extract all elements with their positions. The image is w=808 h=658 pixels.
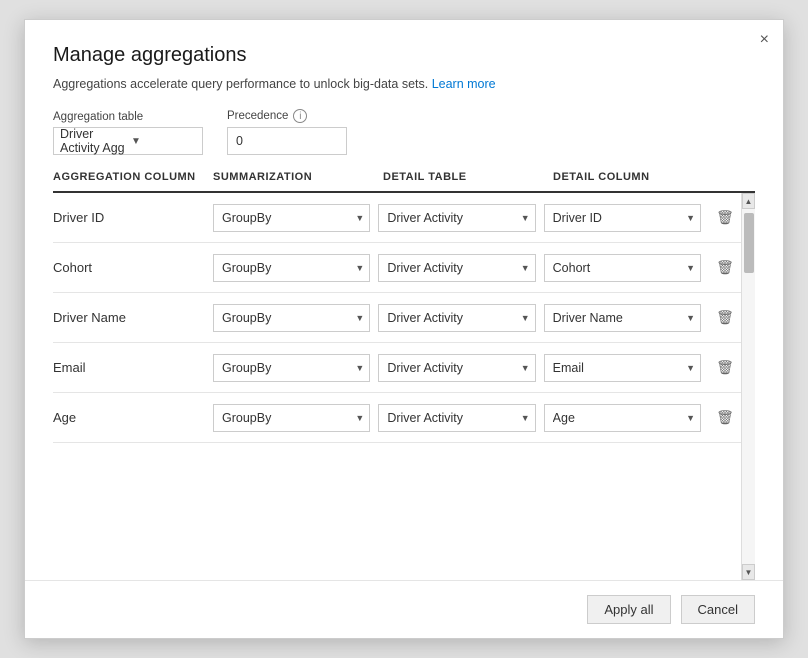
delete-row-button[interactable]: 🗑: [709, 357, 741, 378]
detail-table-select-wrapper: Driver ActivityDriver Activity Agg▼: [378, 304, 535, 332]
summarization-select[interactable]: GroupBySumCountMinMaxAverage: [213, 304, 370, 332]
detail-table-select-wrapper: Driver ActivityDriver Activity Agg▼: [378, 204, 535, 232]
detail-column-select[interactable]: Driver IDCohortDriver NameEmailAge: [544, 204, 701, 232]
dialog-footer: Apply all Cancel: [25, 580, 783, 638]
summarization-select-wrapper: GroupBySumCountMinMaxAverage▼: [213, 354, 370, 382]
delete-row-button[interactable]: 🗑: [709, 407, 741, 428]
detail-table-select-wrapper: Driver ActivityDriver Activity Agg▼: [378, 254, 535, 282]
col-header-detail-table: DETAIL TABLE: [383, 171, 553, 183]
table-row: Driver IDGroupBySumCountMinMaxAverage▼ Dr…: [53, 193, 741, 243]
agg-column-label: Cohort: [53, 260, 213, 275]
info-icon: i: [293, 109, 307, 123]
delete-row-button[interactable]: 🗑: [709, 307, 741, 328]
table-content: Driver IDGroupBySumCountMinMaxAverage▼Dr…: [53, 193, 741, 580]
agg-column-label: Age: [53, 410, 213, 425]
scroll-thumb[interactable]: [744, 213, 754, 273]
detail-table-select[interactable]: Driver ActivityDriver Activity Agg: [378, 354, 535, 382]
dropdown-arrow-icon: ▼: [131, 136, 196, 147]
detail-column-select[interactable]: Driver IDCohortDriver NameEmailAge: [544, 254, 701, 282]
delete-row-button[interactable]: 🗑: [709, 257, 741, 278]
aggregation-table-select[interactable]: Driver Activity Agg ▼: [53, 127, 203, 155]
side-scrollbar: ▲ ▼: [741, 193, 755, 580]
col-header-summarization: SUMMARIZATION: [213, 171, 383, 183]
detail-column-select[interactable]: Driver IDCohortDriver NameEmailAge: [544, 404, 701, 432]
detail-column-select[interactable]: Driver IDCohortDriver NameEmailAge: [544, 354, 701, 382]
detail-table-select-wrapper: Driver ActivityDriver Activity Agg▼: [378, 404, 535, 432]
subtitle-text: Aggregations accelerate query performanc…: [53, 77, 428, 91]
close-button[interactable]: ×: [760, 32, 769, 48]
aggregation-table-value: Driver Activity Agg: [60, 127, 125, 155]
aggregation-table-group: Aggregation table Driver Activity Agg ▼: [53, 111, 203, 155]
cancel-button[interactable]: Cancel: [681, 595, 755, 624]
scroll-up-button[interactable]: ▲: [742, 193, 755, 209]
summarization-select[interactable]: GroupBySumCountMinMaxAverage: [213, 254, 370, 282]
scroll-track: [742, 209, 755, 564]
detail-column-select-wrapper: Driver IDCohortDriver NameEmailAge▼: [544, 354, 701, 382]
table-with-scrollbar: Driver IDGroupBySumCountMinMaxAverage▼Dr…: [53, 193, 755, 580]
summarization-select-wrapper: GroupBySumCountMinMaxAverage▼: [213, 254, 370, 282]
delete-row-button[interactable]: 🗑: [709, 207, 741, 228]
manage-aggregations-dialog: × Manage aggregations Aggregations accel…: [24, 19, 784, 639]
agg-column-label: Driver ID: [53, 210, 213, 225]
detail-column-select-wrapper: Driver IDCohortDriver NameEmailAge▼: [544, 404, 701, 432]
table-row: CohortGroupBySumCountMinMaxAverage▼ Drive…: [53, 243, 741, 293]
summarization-select[interactable]: GroupBySumCountMinMaxAverage: [213, 404, 370, 432]
detail-column-select-wrapper: Driver IDCohortDriver NameEmailAge▼: [544, 304, 701, 332]
detail-column-select-wrapper: Driver IDCohortDriver NameEmailAge▼: [544, 204, 701, 232]
detail-table-select[interactable]: Driver ActivityDriver Activity Agg: [378, 404, 535, 432]
table-row: Driver NameGroupBySumCountMinMaxAverage▼…: [53, 293, 741, 343]
summarization-select-wrapper: GroupBySumCountMinMaxAverage▼: [213, 204, 370, 232]
precedence-input[interactable]: [227, 127, 347, 155]
detail-column-select[interactable]: Driver IDCohortDriver NameEmailAge: [544, 304, 701, 332]
table-row: EmailGroupBySumCountMinMaxAverage▼ Driver…: [53, 343, 741, 393]
detail-table-select[interactable]: Driver ActivityDriver Activity Agg: [378, 254, 535, 282]
detail-table-select-wrapper: Driver ActivityDriver Activity Agg▼: [378, 354, 535, 382]
aggregation-table-label: Aggregation table: [53, 111, 203, 123]
dialog-title: Manage aggregations: [53, 44, 755, 67]
apply-all-button[interactable]: Apply all: [587, 595, 670, 624]
controls-row: Aggregation table Driver Activity Agg ▼ …: [25, 109, 783, 171]
dialog-subtitle: Aggregations accelerate query performanc…: [53, 77, 755, 91]
table-body: Driver IDGroupBySumCountMinMaxAverage▼Dr…: [53, 193, 741, 443]
agg-column-label: Email: [53, 360, 213, 375]
summarization-select[interactable]: GroupBySumCountMinMaxAverage: [213, 204, 370, 232]
table-row: AgeGroupBySumCountMinMaxAverage▼ Driver A…: [53, 393, 741, 443]
detail-column-select-wrapper: Driver IDCohortDriver NameEmailAge▼: [544, 254, 701, 282]
col-header-agg-column: AGGREGATION COLUMN: [53, 171, 213, 183]
precedence-label: Precedence i: [227, 109, 347, 123]
learn-more-link[interactable]: Learn more: [432, 77, 496, 91]
aggregations-table-section: AGGREGATION COLUMN SUMMARIZATION DETAIL …: [25, 171, 783, 580]
scroll-down-button[interactable]: ▼: [742, 564, 755, 580]
table-header: AGGREGATION COLUMN SUMMARIZATION DETAIL …: [53, 171, 755, 193]
summarization-select[interactable]: GroupBySumCountMinMaxAverage: [213, 354, 370, 382]
summarization-select-wrapper: GroupBySumCountMinMaxAverage▼: [213, 304, 370, 332]
detail-table-select[interactable]: Driver ActivityDriver Activity Agg: [378, 304, 535, 332]
summarization-select-wrapper: GroupBySumCountMinMaxAverage▼: [213, 404, 370, 432]
detail-table-select[interactable]: Driver ActivityDriver Activity Agg: [378, 204, 535, 232]
col-header-detail-column: DETAIL COLUMN: [553, 171, 723, 183]
precedence-group: Precedence i: [227, 109, 347, 155]
agg-column-label: Driver Name: [53, 310, 213, 325]
dialog-header: Manage aggregations Aggregations acceler…: [25, 20, 783, 109]
